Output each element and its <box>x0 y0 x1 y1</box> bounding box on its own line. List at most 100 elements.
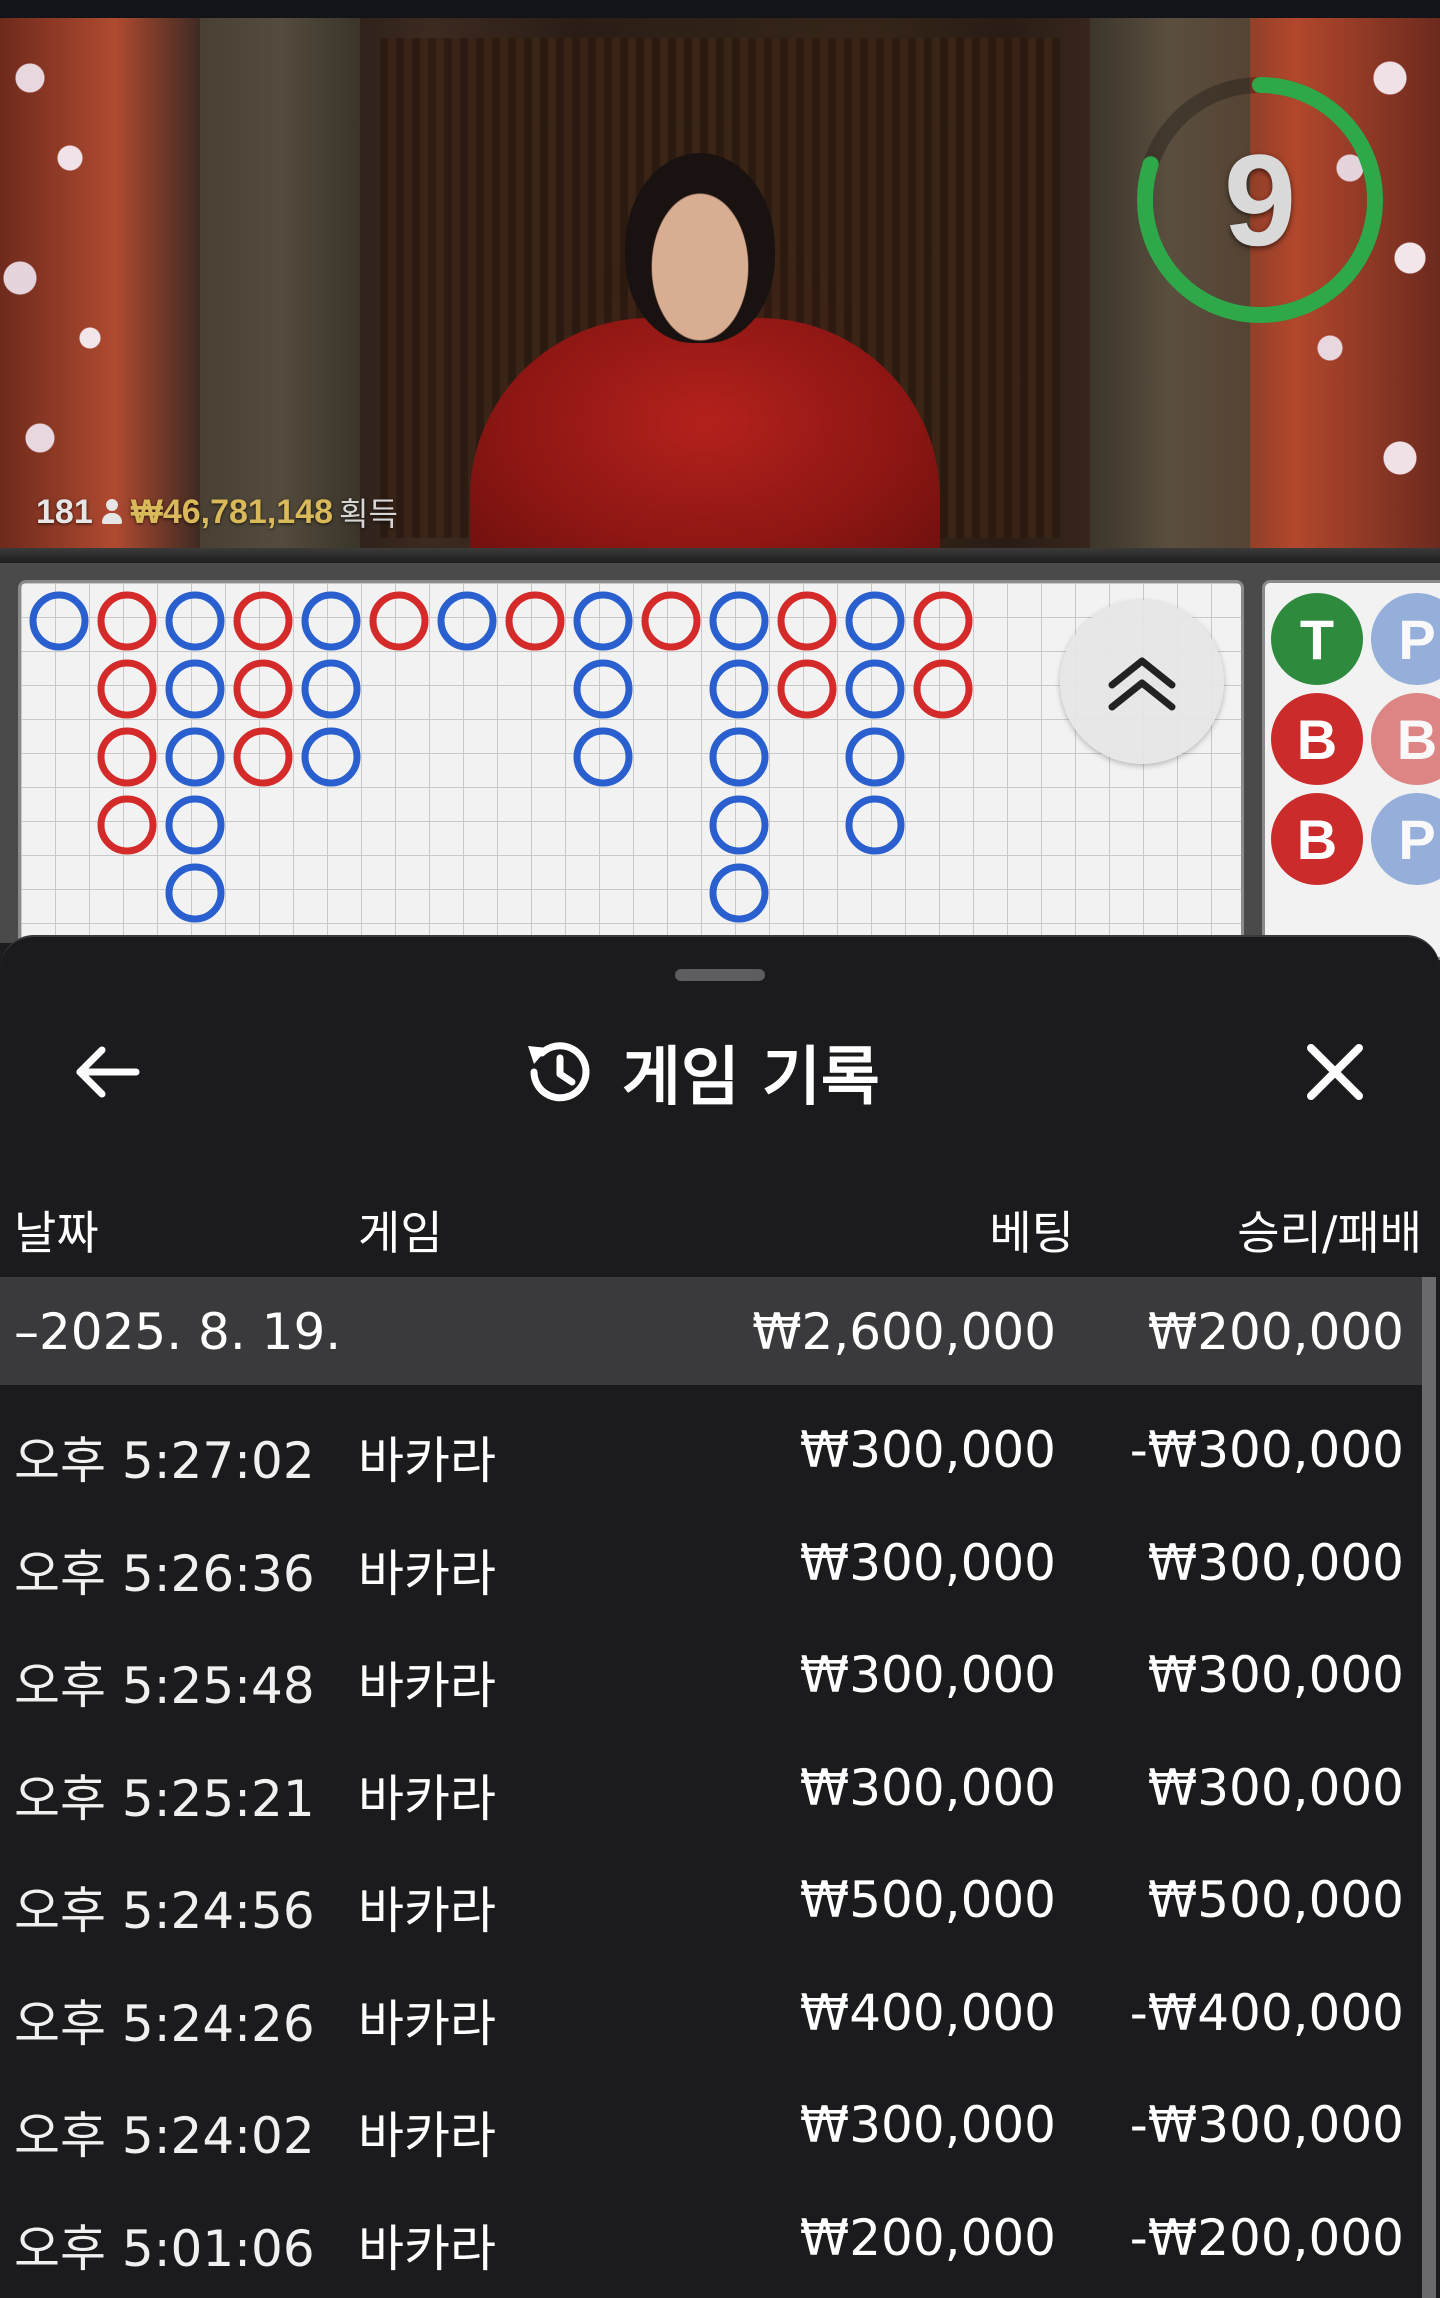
road-mark <box>437 591 497 651</box>
road-mark <box>97 591 157 651</box>
row-bet: ₩500,000 <box>799 1871 1056 1929</box>
player-count: 181 <box>36 492 93 531</box>
row-bet: ₩300,000 <box>799 1646 1056 1704</box>
history-icon <box>528 1042 590 1102</box>
road-mark <box>97 659 157 719</box>
row-game: 바카라 <box>358 1544 496 1603</box>
road-mark <box>301 591 361 651</box>
road-mark <box>97 727 157 787</box>
double-chevron-up-icon <box>1108 657 1176 711</box>
countdown-number: 9 <box>1223 127 1297 273</box>
row-bet: ₩300,000 <box>799 1758 1056 1817</box>
table-header: 날짜 게임 베팅 승리/패배 <box>0 1187 1440 1267</box>
road-mark <box>165 591 225 651</box>
close-button[interactable] <box>1290 1032 1380 1112</box>
table-row[interactable]: 오후 5:27:02 바카라 ₩300,000 -₩300,000 <box>0 1385 1422 1498</box>
road-mark <box>573 727 633 787</box>
sheet-title: 게임 기록 <box>622 1041 880 1115</box>
table-stats: 181 ₩46,781,148 획득 <box>36 490 398 534</box>
day-summary-row[interactable]: –2025. 8. 19. ₩2,600,000 ₩200,000 <box>0 1277 1422 1385</box>
road-mark <box>301 727 361 787</box>
road-mark <box>233 591 293 651</box>
road-mark <box>165 863 225 923</box>
bead-chip: P <box>1371 793 1440 885</box>
day-win-loss-total: ₩200,000 <box>1147 1303 1404 1361</box>
row-bet: ₩300,000 <box>799 2096 1056 2154</box>
road-mark <box>777 659 837 719</box>
road-mark <box>913 659 973 719</box>
row-win-loss: -₩400,000 <box>1129 1983 1404 2042</box>
row-game: 바카라 <box>358 1769 496 1828</box>
collapse-roadmap-button[interactable] <box>1060 600 1224 764</box>
bead-chip: B <box>1271 793 1363 885</box>
row-time: 오후 5:26:36 <box>14 1544 315 1603</box>
road-mark <box>709 795 769 855</box>
won-label: 획득 <box>339 496 398 532</box>
road-mark <box>165 795 225 855</box>
game-history-sheet: 게임 기록 날짜 게임 베팅 승리/패배 –2025. 8. 19. ₩2,60… <box>0 935 1440 2298</box>
road-mark <box>573 659 633 719</box>
road-mark <box>301 659 361 719</box>
row-game: 바카라 <box>358 1882 496 1940</box>
sheet-drag-handle[interactable] <box>675 969 765 981</box>
big-road-scoreboard <box>18 580 1244 960</box>
road-mark <box>165 659 225 719</box>
history-list: 오후 5:27:02 바카라 ₩300,000 -₩300,000 오후 5:2… <box>0 1385 1422 2285</box>
road-mark <box>845 659 905 719</box>
row-time: 오후 5:24:02 <box>14 2107 315 2165</box>
scrollbar[interactable] <box>1422 1277 1436 2298</box>
table-row[interactable]: 오후 5:25:21 바카라 ₩300,000 ₩300,000 <box>0 1723 1422 1836</box>
road-marks <box>29 591 973 923</box>
road-mark <box>165 727 225 787</box>
row-time: 오후 5:25:21 <box>14 1769 315 1828</box>
row-win-loss: -₩300,000 <box>1129 1421 1404 1479</box>
bead-chip: B <box>1371 693 1440 785</box>
day-date: –2025. 8. 19. <box>14 1303 342 1361</box>
road-mark <box>641 591 701 651</box>
won-amount: ₩46,781,148 <box>130 492 333 531</box>
row-game: 바카라 <box>358 1994 496 2053</box>
row-win-loss: ₩300,000 <box>1147 1758 1404 1817</box>
road-mark <box>369 591 429 651</box>
bead-chip: T <box>1271 593 1363 685</box>
arrow-left-icon <box>76 1046 140 1098</box>
road-mark <box>233 727 293 787</box>
road-mark <box>913 591 973 651</box>
road-mark <box>845 591 905 651</box>
row-bet: ₩300,000 <box>799 1421 1056 1479</box>
table-row[interactable]: 오후 5:26:36 바카라 ₩300,000 ₩300,000 <box>0 1498 1422 1611</box>
table-row[interactable]: 오후 5:24:02 바카라 ₩300,000 -₩300,000 <box>0 2060 1422 2173</box>
row-game: 바카라 <box>358 1432 496 1490</box>
row-time: 오후 5:24:26 <box>14 1994 315 2053</box>
row-bet: ₩300,000 <box>799 1533 1056 1592</box>
road-mark <box>709 591 769 651</box>
row-win-loss: -₩300,000 <box>1129 2096 1404 2154</box>
bead-plate: TPBBBP <box>1262 580 1440 960</box>
road-mark <box>233 659 293 719</box>
table-row[interactable]: 오후 5:01:06 바카라 ₩200,000 -₩200,000 <box>0 2173 1422 2286</box>
road-mark <box>709 659 769 719</box>
row-time: 오후 5:24:56 <box>14 1882 315 1940</box>
table-row[interactable]: 오후 5:24:26 바카라 ₩400,000 -₩400,000 <box>0 1948 1422 2061</box>
road-mark <box>97 795 157 855</box>
close-icon <box>1307 1044 1363 1100</box>
column-date: 날짜 <box>14 1206 99 1260</box>
row-time: 오후 5:27:02 <box>14 1432 315 1490</box>
row-bet: ₩200,000 <box>799 2208 1056 2267</box>
person-icon <box>101 497 123 527</box>
row-bet: ₩400,000 <box>799 1983 1056 2042</box>
road-mark <box>845 727 905 787</box>
table-row[interactable]: 오후 5:24:56 바카라 ₩500,000 ₩500,000 <box>0 1835 1422 1948</box>
sheet-header: 게임 기록 <box>520 1027 940 1117</box>
back-button[interactable] <box>62 1032 152 1112</box>
road-mark <box>709 727 769 787</box>
column-game: 게임 <box>358 1206 443 1260</box>
row-game: 바카라 <box>358 2219 496 2278</box>
dealer <box>470 318 940 563</box>
status-bar <box>0 0 1440 18</box>
day-bet-total: ₩2,600,000 <box>752 1303 1056 1361</box>
table-row[interactable]: 오후 5:25:48 바카라 ₩300,000 ₩300,000 <box>0 1610 1422 1723</box>
column-bet: 베팅 <box>989 1206 1074 1260</box>
road-mark <box>777 591 837 651</box>
road-mark <box>845 795 905 855</box>
